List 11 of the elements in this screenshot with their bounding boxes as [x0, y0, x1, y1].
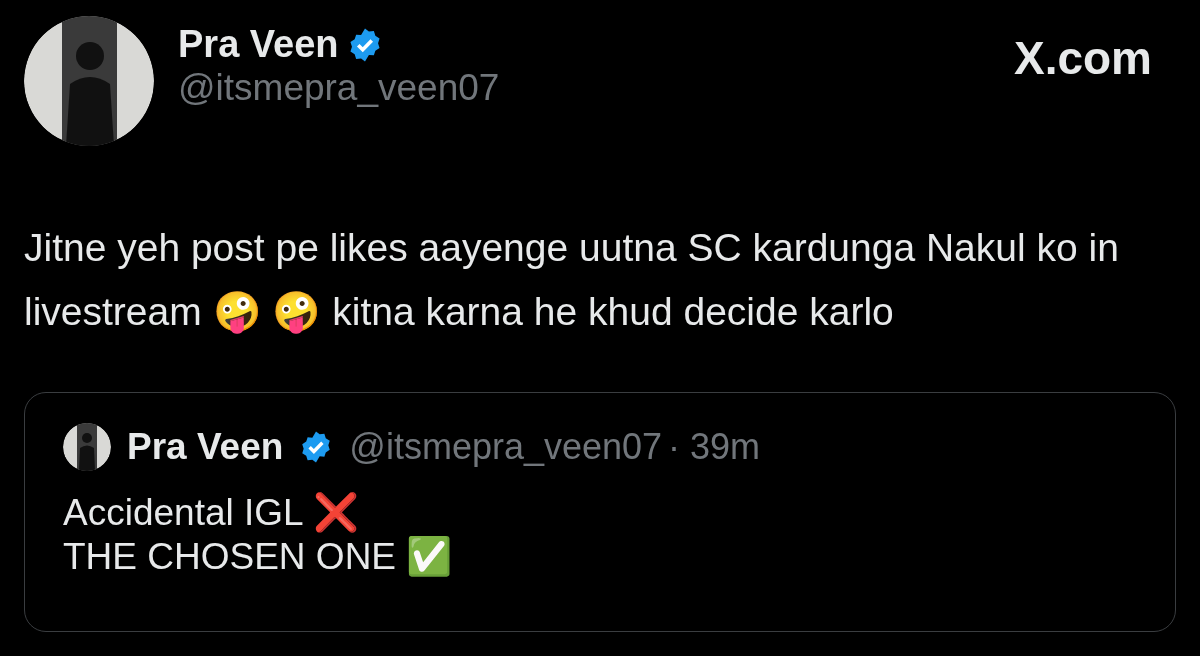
author-name[interactable]: Pra Veen [178, 24, 339, 66]
site-label: X.com [1013, 31, 1153, 86]
author-handle[interactable]: @itsmepra_veen07 [178, 65, 500, 111]
author-handle: @itsmepra_veen07 [349, 424, 663, 469]
author-name: Pra Veen [127, 425, 284, 469]
quote-text-line: Accidental IGL ❌ [63, 490, 360, 535]
post-time: · 39m [668, 424, 761, 469]
quoted-post[interactable]: Pra Veen @itsmepra_veen07 · 39m Accidental IGL ❌ THE CHOSEN ONE ✅ [24, 392, 1176, 632]
quote-text-line: THE CHOSEN ONE ✅ [63, 534, 454, 579]
avatar [63, 422, 111, 471]
post-text: Jitne yeh post pe likes aayenge uutna SC kardunga Nakul ko in livestream 🤪 🤪 kitna karna he khud decide karlo [24, 225, 1120, 336]
